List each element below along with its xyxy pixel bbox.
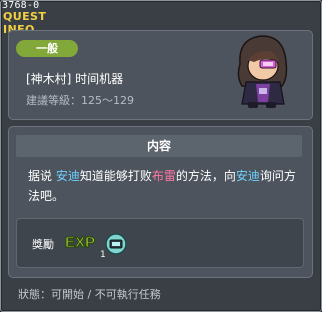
quest-description: 据说 安迪知道能够打败布雷的方法，向安迪询问方法吧。 [28,166,296,206]
window-title: QUEST INFO [3,10,47,36]
reward-item-count: 1 [100,250,106,260]
exp-text: EXP [65,234,95,251]
npc-portrait [237,35,288,108]
quest-name: [神木村] 时间机器 [26,72,124,86]
exp-icon: EXP [64,233,95,251]
quest-status: 狀態：可開始 / 不可執行任務 [18,288,161,301]
rewards-box [16,218,304,268]
npc-name-link-2: 安迪 [235,169,260,183]
desc-text-2: 知道能够打败 [79,169,152,183]
desc-text-1: 据说 [28,169,53,183]
target-name: 布雷 [151,169,176,183]
npc-name-link: 安迪 [55,169,80,183]
level-range: 建議等級：125～129 [26,94,134,107]
category-badge: 一般 [16,40,78,57]
content-section-title: 内容 [16,135,302,157]
desc-text-3: 的方法，向 [175,169,236,183]
rewards-label: 獎勵 [32,238,54,251]
reward-item-icon[interactable] [103,232,129,256]
